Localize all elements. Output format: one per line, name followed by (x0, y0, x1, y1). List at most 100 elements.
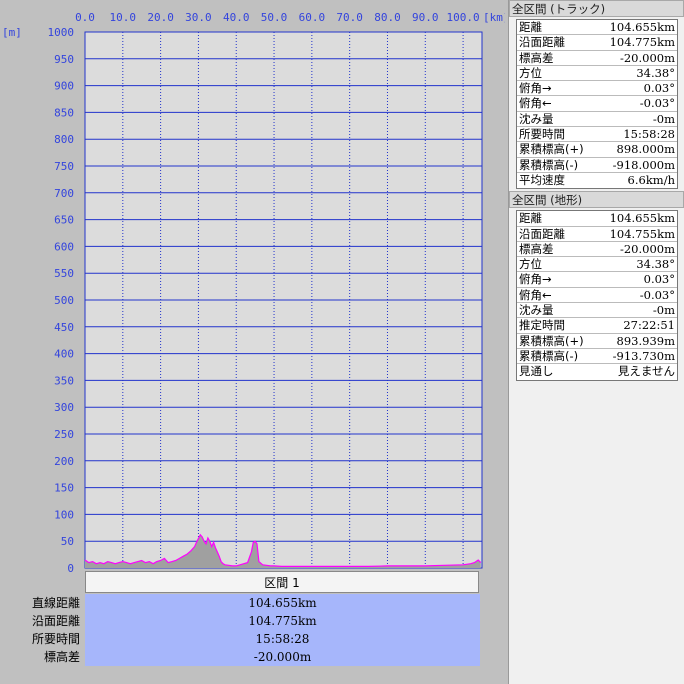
x-tick-label: 10.0 (110, 11, 137, 24)
terrain-section-header[interactable]: 全区間 (地形) (509, 191, 684, 209)
row-label: 俯角← (519, 287, 552, 302)
table-row: 累積標高(+) 898.000m (517, 142, 677, 158)
row-value: -918.000m (612, 157, 675, 172)
x-tick-label: 50.0 (261, 11, 288, 24)
x-axis-ticks: 0.0 10.0 20.0 30.0 40.0 50.0 60.0 70.0 80.0 90.0 1… (75, 11, 480, 24)
table-row: 累積標高(-) -918.000m (517, 158, 677, 173)
y-tick-label: 500 (54, 294, 74, 307)
row-label: 俯角→ (519, 272, 552, 287)
row-value: 0.03° (643, 81, 675, 96)
row-label: 累積標高(+) (519, 333, 584, 348)
row-label: 累積標高(+) (519, 142, 584, 157)
row-value: 0.03° (643, 272, 675, 287)
row-value: -0.03° (639, 96, 675, 111)
row-value: 893.939m (616, 333, 675, 348)
y-tick-label: 1000 (48, 26, 75, 39)
table-row: 距離 104.655km (517, 20, 677, 36)
row-label: 推定時間 (519, 318, 565, 333)
y-tick-label: 450 (54, 321, 74, 334)
segment-stats: 104.655km 104.775km 15:58:28 -20.000m (85, 594, 480, 666)
segment-stat-labels: 直線距離 沿面距離 所要時間 標高差 (0, 594, 80, 666)
y-tick-label: 600 (54, 240, 74, 253)
row-label: 累積標高(-) (519, 348, 579, 363)
row-label: 標高差 (519, 50, 554, 65)
row-label: 俯角→ (519, 81, 552, 96)
segment-value-surface-distance: 104.775km (248, 614, 317, 628)
row-value: 104.775km (609, 35, 675, 50)
y-tick-label: 250 (54, 428, 74, 441)
y-tick-label: 950 (54, 53, 74, 66)
row-value: 6.6km/h (627, 172, 675, 187)
row-label: 累積標高(-) (519, 157, 579, 172)
y-tick-label: 750 (54, 160, 74, 173)
x-tick-label: 20.0 (147, 11, 174, 24)
table-row: 俯角← -0.03° (517, 96, 677, 112)
row-value: 34.38° (636, 65, 675, 80)
table-row: 方位 34.38° (517, 257, 677, 273)
table-row: 俯角→ 0.03° (517, 81, 677, 97)
row-label: 見通し (519, 364, 554, 379)
table-row: 推定時間 27:22:51 (517, 318, 677, 334)
y-tick-label: 800 (54, 133, 74, 146)
row-value: 104.655km (609, 20, 675, 34)
y-tick-label: 350 (54, 374, 74, 387)
table-row: 沿面距離 104.775km (517, 35, 677, 51)
row-value: -913.730m (612, 348, 675, 363)
row-label: 沿面距離 (519, 35, 565, 50)
x-tick-label: 40.0 (223, 11, 250, 24)
row-label: 俯角← (519, 96, 552, 111)
y-tick-label: 550 (54, 267, 74, 280)
table-row: 標高差 -20.000m (517, 51, 677, 66)
x-axis-unit: [km] (483, 11, 505, 24)
y-tick-label: 650 (54, 214, 74, 227)
row-label: 沈み量 (519, 303, 554, 318)
segment-label-straight-distance: 直線距離 (31, 596, 80, 610)
y-tick-label: 50 (61, 535, 74, 548)
row-value: 見えません (617, 364, 675, 379)
y-tick-label: 0 (67, 562, 74, 575)
row-value: -0m (652, 111, 675, 126)
row-label: 標高差 (519, 241, 554, 256)
x-tick-label: 100.0 (447, 11, 480, 24)
row-value: -0.03° (639, 287, 675, 302)
table-row: 累積標高(-) -913.730m (517, 348, 677, 365)
x-tick-label: 0.0 (75, 11, 95, 24)
x-tick-label: 90.0 (412, 11, 439, 24)
segment-value-duration: 15:58:28 (255, 632, 310, 646)
table-row: 標高差 -20.000m (517, 241, 677, 258)
row-value: 27:22:51 (623, 318, 675, 333)
x-tick-label: 80.0 (374, 11, 401, 24)
y-tick-label: 100 (54, 508, 74, 521)
row-value: -20.000m (619, 50, 675, 65)
x-tick-label: 60.0 (299, 11, 326, 24)
y-tick-label: 900 (54, 80, 74, 93)
table-row: 沈み量 -0m (517, 111, 677, 128)
table-row: 俯角→ 0.03° (517, 272, 677, 288)
track-section-header[interactable]: 全区間 (トラック) (509, 0, 684, 17)
table-row: 見通し 見えません (517, 364, 677, 379)
segment-label-surface-distance: 沿面距離 (31, 614, 80, 628)
row-label: 距離 (519, 211, 542, 226)
row-label: 距離 (519, 20, 542, 34)
x-tick-label: 30.0 (185, 11, 212, 24)
y-tick-label: 200 (54, 455, 74, 468)
y-axis-ticks: 0 50 100 150 200 250 300 350 400 450 500 550 600 650 7… (48, 26, 75, 575)
row-value: 15:58:28 (623, 127, 675, 142)
y-tick-label: 700 (54, 187, 74, 200)
stats-panel: 全区間 (トラック) 距離 104.655km 沿面距離 104.775km 標高差… (508, 0, 684, 684)
table-row: 累積標高(+) 893.939m (517, 334, 677, 349)
y-tick-label: 150 (54, 482, 74, 495)
row-label: 沿面距離 (519, 226, 565, 241)
row-label: 沈み量 (519, 111, 554, 126)
row-label: 所要時間 (519, 127, 565, 142)
row-value: 34.38° (636, 257, 675, 272)
table-row: 俯角← -0.03° (517, 287, 677, 304)
table-row: 方位 34.38° (517, 65, 677, 82)
segment-1-button[interactable]: 区間 1 (85, 571, 479, 593)
row-label: 平均速度 (519, 172, 565, 187)
elevation-chart[interactable]: 0.0 10.0 20.0 30.0 40.0 50.0 60.0 70.0 80.0 90.0 1… (0, 0, 505, 590)
row-label: 方位 (519, 257, 542, 272)
y-tick-label: 300 (54, 401, 74, 414)
row-value: -0m (652, 303, 675, 318)
grid-lines (85, 32, 482, 568)
